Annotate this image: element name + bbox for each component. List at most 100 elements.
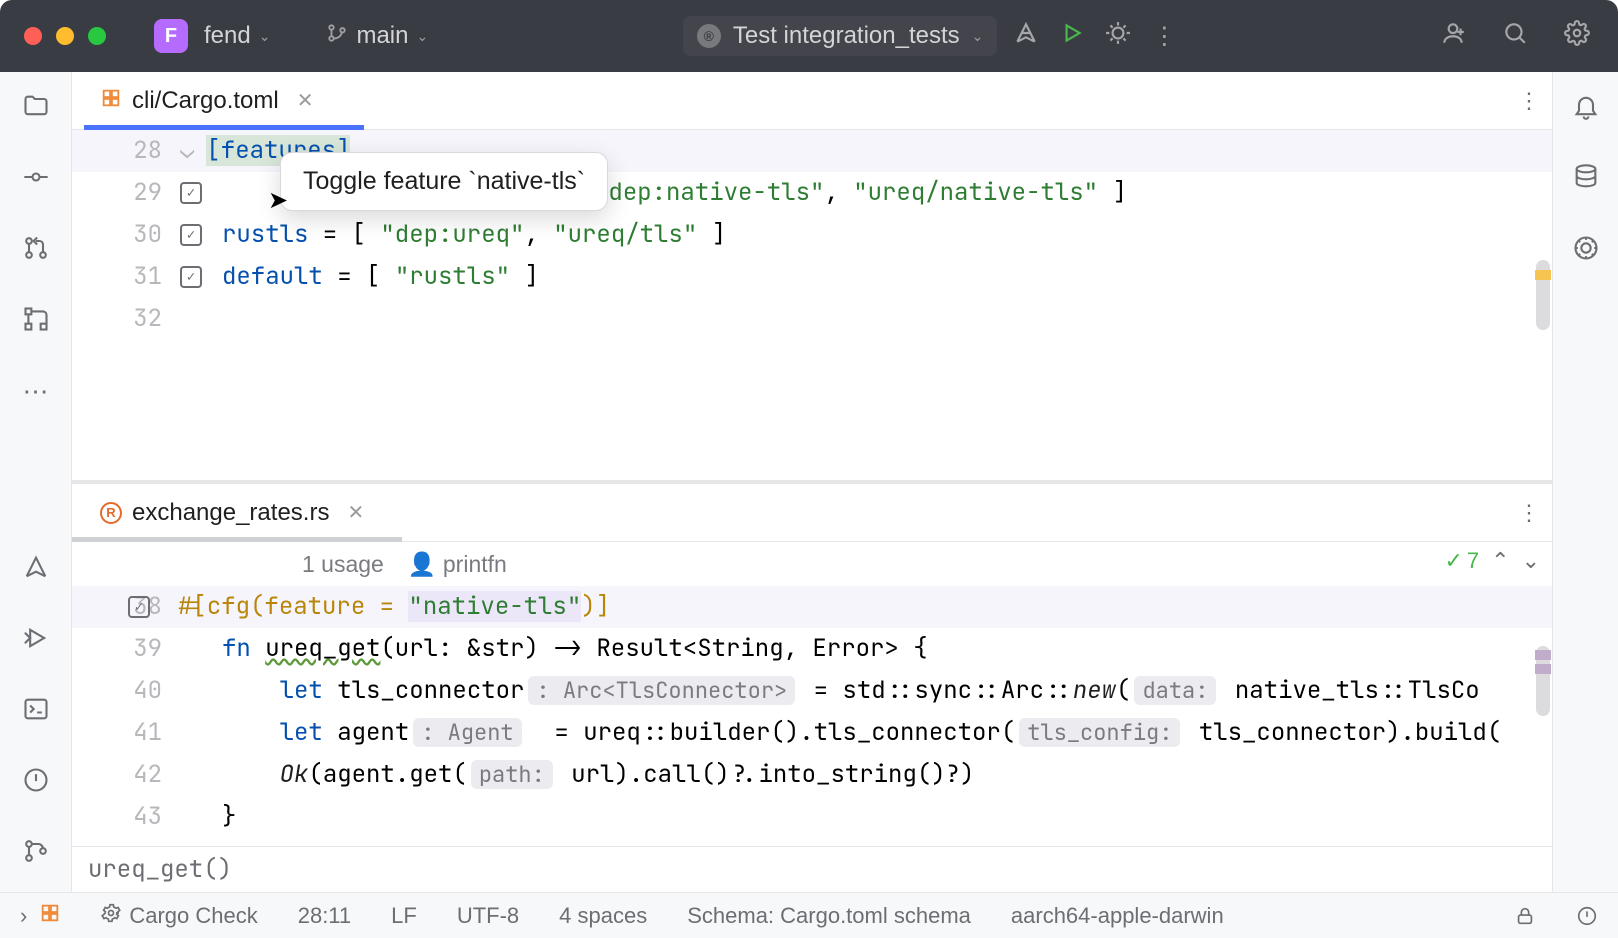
right-tool-rail: [1552, 72, 1618, 892]
tab-bar-bottom: R exchange_rates.rs ✕ ⋮: [72, 484, 1552, 542]
line-number: 32: [72, 298, 180, 340]
tab-options-icon[interactable]: ⋮: [1518, 500, 1540, 526]
status-cargo-check[interactable]: Cargo Check: [101, 903, 257, 929]
line-number: 43: [72, 796, 180, 838]
line-number: 29: [72, 172, 180, 214]
person-icon: 👤: [408, 551, 437, 577]
close-window-icon[interactable]: [24, 27, 42, 45]
param-hint: path:: [471, 760, 553, 789]
inspection-widget-bottom[interactable]: ✓ 7 ⌃ ⌄: [1444, 548, 1540, 574]
project-dropdown[interactable]: fend ⌄: [204, 22, 270, 50]
pull-requests-tool-icon[interactable]: [22, 234, 50, 269]
feature-toggle-checkbox[interactable]: ✓: [180, 182, 202, 204]
run-tool-icon[interactable]: [22, 624, 50, 659]
terminal-tool-icon[interactable]: [22, 695, 50, 730]
commit-tool-icon[interactable]: [22, 163, 50, 198]
status-target[interactable]: aarch64-apple-darwin: [1011, 903, 1224, 929]
line-number: 39: [72, 628, 180, 670]
status-caret-position[interactable]: 28:11: [298, 903, 351, 929]
inlay-usages[interactable]: 1 usage 👤 printfn: [72, 542, 1552, 586]
branch-icon: [326, 22, 348, 50]
tab-options-icon[interactable]: ⋮: [1518, 88, 1540, 114]
project-tool-icon[interactable]: [22, 92, 50, 127]
tab-label: cli/Cargo.toml: [132, 87, 279, 115]
branch-dropdown[interactable]: main ⌄: [326, 22, 428, 50]
breadcrumb[interactable]: ureq_get(): [72, 846, 1552, 892]
tab-cargo-toml[interactable]: cli/Cargo.toml ✕: [84, 72, 329, 129]
readonly-toggle-icon[interactable]: [1514, 905, 1536, 927]
line-number: 31: [72, 256, 180, 298]
chevron-down-icon: ⌄: [259, 28, 271, 45]
feature-toggle-checkbox[interactable]: ✓: [180, 224, 202, 246]
status-encoding[interactable]: UTF-8: [457, 903, 519, 929]
status-problems-icon[interactable]: [1576, 905, 1598, 927]
scrollbar-marker[interactable]: [1535, 664, 1551, 674]
status-line-separator[interactable]: LF: [391, 903, 417, 929]
maximize-window-icon[interactable]: [88, 27, 106, 45]
toml-status-icon[interactable]: [39, 902, 61, 930]
window-controls: [24, 27, 106, 45]
line-number: 42: [72, 754, 180, 796]
build-icon[interactable]: [1009, 20, 1043, 53]
more-icon[interactable]: ⋮: [1147, 22, 1181, 51]
run-icon[interactable]: [1055, 20, 1089, 53]
notifications-icon[interactable]: [1572, 92, 1600, 127]
scrollbar-marker[interactable]: [1535, 270, 1551, 280]
status-schema[interactable]: Schema: Cargo.toml schema: [687, 903, 971, 929]
left-tool-rail: ⋯: [0, 72, 72, 892]
code-with-me-icon[interactable]: [1436, 20, 1470, 53]
scrollbar-marker[interactable]: [1535, 650, 1551, 660]
chevron-down-icon: ⌄: [416, 28, 428, 45]
structure-tool-icon[interactable]: [22, 305, 50, 340]
next-highlight-icon[interactable]: ⌄: [1522, 548, 1540, 574]
more-tools-icon[interactable]: ⋯: [23, 376, 49, 407]
problems-tool-icon[interactable]: [22, 766, 50, 801]
line-number: 40: [72, 670, 180, 712]
tooltip: Toggle feature `native-tls`: [280, 152, 608, 211]
run-config-label: Test integration_tests: [733, 22, 960, 50]
debug-icon[interactable]: [1101, 20, 1135, 53]
prev-highlight-icon[interactable]: ⌃: [1491, 548, 1509, 574]
editor-exchange-rates[interactable]: 1 usage 👤 printfn ✓ 7 ⌃ ⌄ 38 ✓ #[cfg(fea…: [72, 542, 1552, 892]
toml-file-icon: [100, 87, 122, 115]
param-hint: tls_config:: [1019, 718, 1180, 747]
branch-name: main: [356, 22, 408, 50]
usage-count: 1 usage: [302, 551, 384, 578]
param-hint: data:: [1134, 676, 1216, 705]
run-config-dropdown[interactable]: ® Test integration_tests ⌄: [683, 16, 998, 56]
mouse-cursor-icon: ➤: [268, 186, 288, 215]
project-badge[interactable]: F: [154, 19, 188, 53]
editor-cargo-toml[interactable]: ▲ 2 ▲ 1 ⌃ ⌄ 28 ⌄ [features] 29 ✓ eq", "d…: [72, 130, 1552, 480]
fold-icon[interactable]: ⌄: [180, 130, 194, 172]
rust-file-icon: R: [100, 502, 122, 524]
line-number: 28: [72, 130, 180, 172]
build-tool-icon[interactable]: [22, 553, 50, 588]
pass-badge[interactable]: ✓ 7: [1444, 548, 1479, 574]
close-tab-icon[interactable]: ✕: [347, 500, 364, 525]
type-hint: : Arc<TlsConnector>: [528, 676, 795, 705]
tab-label: exchange_rates.rs: [132, 499, 329, 527]
tool-window-toggle-icon[interactable]: ›: [20, 903, 27, 929]
status-bar: › Cargo Check 28:11 LF UTF-8 4 spaces Sc…: [0, 892, 1618, 938]
line-number: 30: [72, 214, 180, 256]
editor-area: cli/Cargo.toml ✕ ⋮ ▲ 2 ▲ 1 ⌃ ⌄ 28 ⌄ [fea…: [72, 72, 1552, 892]
feature-toggle-checkbox[interactable]: ✓: [180, 266, 202, 288]
feature-toggle-checkbox[interactable]: ✓: [128, 596, 150, 618]
line-number: 41: [72, 712, 180, 754]
vcs-tool-icon[interactable]: [22, 837, 50, 872]
minimize-window-icon[interactable]: [56, 27, 74, 45]
settings-icon[interactable]: [1560, 20, 1594, 53]
search-icon[interactable]: [1498, 20, 1532, 53]
titlebar: F fend ⌄ main ⌄ ® Test integration_tests…: [0, 0, 1618, 72]
tab-bar-top: cli/Cargo.toml ✕ ⋮: [72, 72, 1552, 130]
chevron-down-icon: ⌄: [972, 28, 984, 45]
type-hint: : Agent: [413, 718, 521, 747]
database-tool-icon[interactable]: [1572, 163, 1600, 198]
author: printfn: [443, 551, 507, 577]
rust-icon: ®: [697, 24, 721, 48]
tab-exchange-rates[interactable]: R exchange_rates.rs ✕: [84, 484, 380, 541]
close-tab-icon[interactable]: ✕: [297, 88, 314, 113]
cargo-tool-icon[interactable]: [1572, 234, 1600, 269]
status-indent[interactable]: 4 spaces: [559, 903, 647, 929]
project-name: fend: [204, 22, 251, 50]
